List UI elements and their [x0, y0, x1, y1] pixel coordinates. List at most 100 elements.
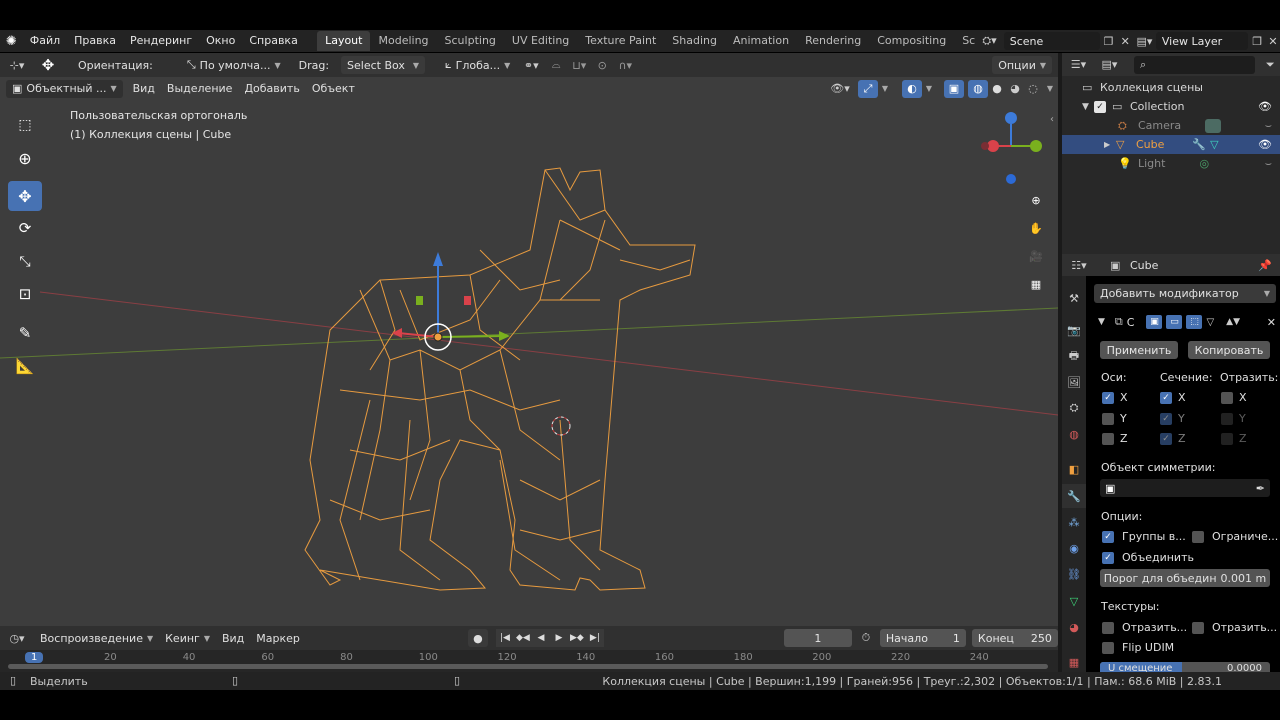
edit-mode-toggle-icon[interactable]: ▣ — [1146, 315, 1163, 329]
copy-button[interactable]: Копировать — [1188, 341, 1270, 359]
checkbox[interactable]: ✓ — [1102, 530, 1114, 543]
material-shading-icon[interactable]: ◕ — [1006, 82, 1024, 95]
chevron-down-icon[interactable]: ▼ — [1042, 84, 1058, 93]
output-tab-icon[interactable]: 🖶 — [1062, 344, 1086, 368]
display-mode-icon[interactable]: ▤▾ — [1095, 58, 1124, 71]
timeline-view-menu[interactable]: Вид — [216, 632, 250, 645]
flip-u-toggle[interactable]: Отразить... — [1102, 621, 1187, 634]
outliner-editor-icon[interactable]: ☰▾ — [1062, 58, 1095, 71]
checkbox[interactable] — [1192, 530, 1204, 543]
mirror-object-field[interactable]: ▣ ✒ — [1100, 479, 1270, 497]
pan-hand-icon[interactable]: ✋ — [1026, 218, 1046, 238]
axis-x-toggle[interactable]: ✓ X — [1102, 391, 1128, 404]
checkbox[interactable] — [1102, 412, 1114, 425]
move-up-icon[interactable]: ▲▼ — [1226, 317, 1240, 327]
checkbox[interactable]: ✓ — [1102, 391, 1114, 404]
menu-object[interactable]: Объект — [306, 82, 361, 95]
cage-toggle-icon[interactable]: ▽ — [1206, 317, 1214, 328]
rotate-tool[interactable]: ⟳ — [8, 213, 42, 243]
jump-start-icon[interactable]: |◀ — [495, 629, 514, 647]
blender-logo-icon[interactable]: ✺ — [0, 34, 23, 49]
xray-toggle-icon[interactable]: ▣ — [944, 79, 964, 98]
clipping-toggle[interactable]: Ограниче... — [1192, 530, 1278, 543]
view-layer-tab-icon[interactable]: 🖼 — [1062, 370, 1086, 394]
scene-icon[interactable]: ⛭▾ — [977, 34, 1002, 48]
jump-end-icon[interactable]: ▶| — [585, 629, 604, 647]
modifier-name-field[interactable]: С — [1127, 316, 1135, 329]
transform-tool[interactable]: ⊡ — [8, 279, 42, 309]
menu-render[interactable]: Рендеринг — [123, 30, 199, 52]
new-view-layer-icon[interactable]: ❐ — [1248, 35, 1266, 48]
falloff-icon[interactable]: ∩▾ — [612, 59, 638, 72]
mode-dropdown[interactable]: ▣ Объектный ... ▼ — [6, 79, 123, 98]
checkbox[interactable] — [1102, 432, 1114, 445]
eyedropper-icon[interactable]: ✒ — [1256, 482, 1265, 495]
checkbox[interactable]: ✓ — [1160, 412, 1172, 425]
offset-u-field[interactable]: U смещение 0.0000 — [1100, 662, 1270, 672]
measure-tool[interactable]: 📐 — [8, 351, 42, 381]
tab-uv-editing[interactable]: UV Editing — [504, 31, 577, 51]
menu-select[interactable]: Выделение — [161, 82, 239, 95]
tab-compositing[interactable]: Compositing — [869, 31, 954, 51]
timeline-marker-menu[interactable]: Маркер — [250, 632, 306, 645]
viewport-toggle-icon[interactable]: ▭ — [1166, 315, 1183, 329]
tab-texture-paint[interactable]: Texture Paint — [577, 31, 664, 51]
eye-closed-icon[interactable]: ⌣ — [1265, 119, 1272, 133]
scene-tab-icon[interactable]: ⛭ — [1062, 396, 1086, 420]
current-frame-field[interactable]: 1 — [783, 629, 852, 647]
timeline-editor-icon[interactable]: ◷▾ — [0, 632, 34, 645]
end-frame-field[interactable]: Конец 250 — [971, 629, 1058, 647]
bisect-y-toggle[interactable]: ✓ Y — [1160, 412, 1185, 425]
view-layer-field[interactable]: View Layer — [1155, 32, 1249, 50]
tool-tab-icon[interactable]: ⚒ — [1062, 286, 1086, 310]
merge-toggle[interactable]: ✓ Объединить — [1102, 551, 1194, 564]
render-tab-icon[interactable]: 📷 — [1062, 318, 1086, 342]
select-box-tool[interactable]: ⬚ — [8, 110, 42, 140]
physics-tab-icon[interactable]: ◉ — [1062, 536, 1086, 560]
view-layer-icon[interactable]: ▤▾ — [1133, 35, 1156, 48]
3d-viewport[interactable]: Пользовательская ортогональ (1) Коллекци… — [0, 100, 1058, 626]
solid-shading-icon[interactable]: ● — [988, 82, 1006, 95]
start-frame-field[interactable]: Начало 1 — [879, 629, 966, 647]
current-frame-marker[interactable]: 1 — [25, 652, 44, 663]
menu-edit[interactable]: Правка — [67, 30, 123, 52]
timeline-scrollbar[interactable] — [8, 664, 1048, 669]
include-checkbox[interactable]: ✓ — [1094, 100, 1106, 113]
play-icon[interactable]: ▶ — [549, 629, 568, 647]
tab-rendering[interactable]: Rendering — [797, 31, 869, 51]
orientation-dropdown[interactable]: ⤡ По умолча... ▼ — [180, 56, 287, 74]
drag-dropdown[interactable]: Select Box ▼ — [341, 56, 426, 74]
menu-add[interactable]: Добавить — [238, 82, 305, 95]
checkbox[interactable] — [1221, 391, 1233, 404]
outliner-search-input[interactable]: ⌕ — [1134, 55, 1255, 74]
checkbox[interactable] — [1192, 621, 1204, 634]
menu-view[interactable]: Вид — [127, 82, 161, 95]
pivot-point-icon[interactable]: ⚭▾ — [516, 59, 546, 72]
annotate-tool[interactable]: ✎ — [8, 318, 42, 348]
scale-tool[interactable]: ⤡ — [8, 247, 42, 277]
new-scene-icon[interactable]: ❐ — [1100, 35, 1118, 48]
menu-help[interactable]: Справка — [242, 30, 304, 52]
bisect-z-toggle[interactable]: ✓ Z — [1160, 432, 1186, 445]
chevron-down-icon[interactable]: ▼ — [922, 84, 936, 93]
move-tool[interactable]: ✥ — [8, 181, 42, 211]
chevron-down-icon[interactable]: ▼ — [878, 84, 892, 93]
outliner-row-scene-collection[interactable]: ▭ Коллекция сцены — [1062, 78, 1280, 97]
tab-scripting[interactable]: Sc — [954, 31, 977, 51]
next-keyframe-icon[interactable]: ▶◆ — [567, 629, 586, 647]
properties-editor-icon[interactable]: ☷▾ — [1062, 259, 1096, 272]
frame-ruler[interactable]: 1 20 40 60 80 100 120 140 160 180 200 220 240 — [0, 650, 1058, 672]
wireframe-shading-icon[interactable]: ◍ — [968, 79, 988, 98]
outliner-row-light[interactable]: 💡 Light ◎ ⌣ — [1062, 154, 1280, 173]
transform-orientation-dropdown[interactable]: ⟀ Глоба... ▼ — [439, 56, 517, 74]
snap-target-icon[interactable]: ⊔▾ — [566, 59, 592, 72]
tab-layout[interactable]: Layout — [317, 31, 371, 51]
add-modifier-dropdown[interactable]: Добавить модификатор ▼ — [1094, 284, 1276, 303]
stopwatch-icon[interactable]: ⏱ — [852, 631, 880, 645]
checkbox[interactable]: ✓ — [1160, 391, 1172, 404]
checkbox[interactable] — [1102, 641, 1114, 654]
snap-toggle-icon[interactable]: ⌓ — [546, 58, 566, 72]
outliner-row-collection[interactable]: ▼ ✓ ▭ Collection 👁 — [1062, 97, 1280, 116]
outliner-row-cube[interactable]: ▶ ▽ Cube 🔧 ▽ 👁 — [1062, 135, 1280, 154]
flip-z-toggle[interactable]: Z — [1221, 432, 1247, 445]
